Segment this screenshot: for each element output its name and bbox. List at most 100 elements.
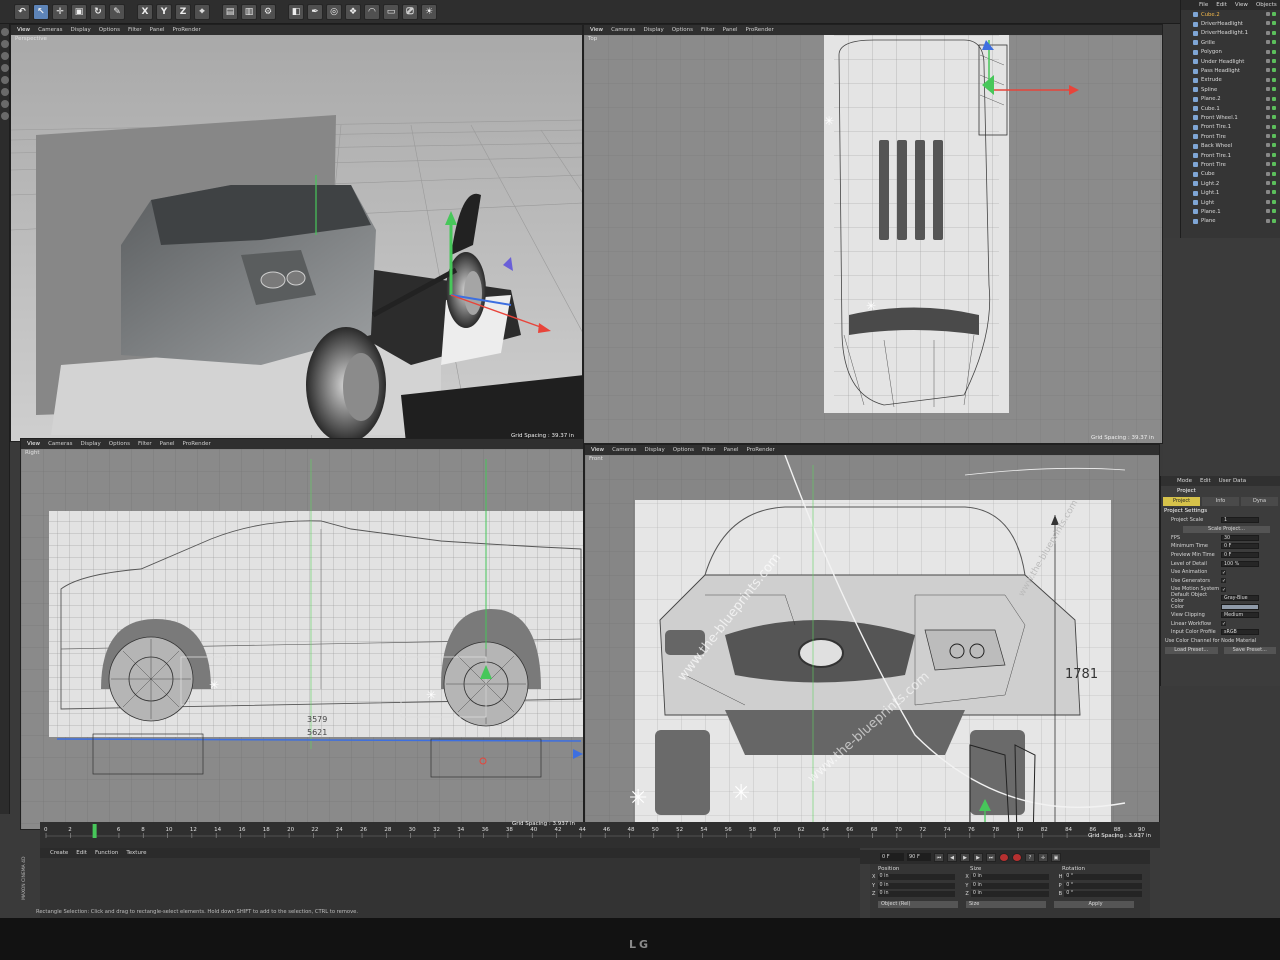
pen-spline-icon[interactable]: ✒ xyxy=(307,3,323,20)
vp-menu-cameras[interactable]: Cameras xyxy=(612,447,636,453)
preview-min-field[interactable]: 0 F xyxy=(1221,552,1259,559)
editor-visibility-icon[interactable] xyxy=(1266,124,1270,129)
tab-dynamics[interactable]: Dyna xyxy=(1241,497,1278,506)
recent-tools-icon[interactable]: ✎ xyxy=(109,3,125,20)
apply-button[interactable]: Apply xyxy=(1054,900,1134,908)
object-row[interactable]: Back Wheel xyxy=(1181,141,1280,150)
visibility-toggles[interactable] xyxy=(1266,105,1276,110)
enabled-check-icon[interactable] xyxy=(1272,162,1276,167)
position-field[interactable]: 0 in xyxy=(877,891,956,898)
environment-icon[interactable]: ▭ xyxy=(383,3,399,20)
view-clipping-dropdown[interactable]: Medium xyxy=(1221,612,1259,619)
vp-menu-prorender[interactable]: ProRender xyxy=(183,441,211,447)
editor-visibility-icon[interactable] xyxy=(1266,152,1270,157)
rotation-field[interactable]: 0 ° xyxy=(1064,882,1142,889)
default-color-dropdown[interactable]: Gray-Blue xyxy=(1221,595,1259,602)
editor-visibility-icon[interactable] xyxy=(1266,209,1270,214)
vp-menu-options[interactable]: Options xyxy=(673,447,694,453)
object-row[interactable]: Light.2 xyxy=(1181,179,1280,188)
object-row[interactable]: Pass Headlight xyxy=(1181,66,1280,75)
min-time-field[interactable]: 0 F xyxy=(1221,543,1259,550)
y-axis-lock-button[interactable]: Y xyxy=(156,3,172,20)
current-frame-field[interactable]: 0 F xyxy=(880,853,904,861)
object-row[interactable]: Light xyxy=(1181,198,1280,207)
visibility-toggles[interactable] xyxy=(1266,40,1276,45)
mm-menu-function[interactable]: Function xyxy=(95,850,118,856)
editor-visibility-icon[interactable] xyxy=(1266,105,1270,110)
render-picture-viewer-icon[interactable]: ▥ xyxy=(241,3,257,20)
at-menu-mode[interactable]: Mode xyxy=(1177,478,1192,484)
enabled-check-icon[interactable] xyxy=(1272,209,1276,214)
keyframe-selection-icon[interactable]: ? xyxy=(1025,852,1035,862)
cube-icon[interactable]: ◧ xyxy=(288,3,304,20)
vp-menu-display[interactable]: Display xyxy=(71,27,91,33)
visibility-toggles[interactable] xyxy=(1266,77,1276,82)
visibility-toggles[interactable] xyxy=(1266,199,1276,204)
vp-menu-view[interactable]: View xyxy=(27,441,40,447)
object-row[interactable]: Under Headlight xyxy=(1181,57,1280,66)
size-field[interactable]: 0 in xyxy=(970,874,1049,881)
editor-visibility-icon[interactable] xyxy=(1266,181,1270,186)
object-row[interactable]: Spline xyxy=(1181,85,1280,94)
enabled-check-icon[interactable] xyxy=(1272,181,1276,186)
perspective-viewport[interactable]: View Cameras Display Options Filter Pane… xyxy=(10,24,583,442)
editor-visibility-icon[interactable] xyxy=(1266,30,1270,35)
render-settings-icon[interactable]: ⚙ xyxy=(260,3,276,20)
enabled-check-icon[interactable] xyxy=(1272,171,1276,176)
go-to-end-icon[interactable]: ⏭ xyxy=(986,852,996,862)
enabled-check-icon[interactable] xyxy=(1272,58,1276,63)
move-icon[interactable]: ✛ xyxy=(52,3,68,20)
vp-menu-panel[interactable]: Panel xyxy=(160,441,175,447)
object-row[interactable]: DriverHeadlight.1 xyxy=(1181,29,1280,38)
visibility-toggles[interactable] xyxy=(1266,143,1276,148)
vp-menu-view[interactable]: View xyxy=(590,27,603,33)
light-icon[interactable]: ☀ xyxy=(421,3,437,20)
vp-menu-cameras[interactable]: Cameras xyxy=(611,27,635,33)
object-row[interactable]: Polygon xyxy=(1181,48,1280,57)
visibility-toggles[interactable] xyxy=(1266,152,1276,157)
mm-menu-texture[interactable]: Texture xyxy=(126,850,146,856)
om-menu-objects[interactable]: Objects xyxy=(1256,2,1277,8)
vp-menu-view[interactable]: View xyxy=(591,447,604,453)
front-viewport[interactable]: View Cameras Display Options Filter Pane… xyxy=(584,444,1160,842)
z-axis-lock-button[interactable]: Z xyxy=(175,3,191,20)
vp-menu-display[interactable]: Display xyxy=(645,447,665,453)
editor-visibility-icon[interactable] xyxy=(1266,190,1270,195)
visibility-toggles[interactable] xyxy=(1266,87,1276,92)
mm-menu-create[interactable]: Create xyxy=(50,850,68,856)
object-row[interactable]: DriverHeadlight xyxy=(1181,19,1280,28)
size-field[interactable]: 0 in xyxy=(970,891,1049,898)
editor-visibility-icon[interactable] xyxy=(1266,49,1270,54)
visibility-toggles[interactable] xyxy=(1266,49,1276,54)
live-selection-icon[interactable]: ↖ xyxy=(33,3,49,20)
visibility-toggles[interactable] xyxy=(1266,21,1276,26)
rotation-field[interactable]: 0 ° xyxy=(1064,874,1142,881)
x-axis-lock-button[interactable]: X xyxy=(137,3,153,20)
vp-menu-display[interactable]: Display xyxy=(644,27,664,33)
editor-visibility-icon[interactable] xyxy=(1266,115,1270,120)
enabled-check-icon[interactable] xyxy=(1272,21,1276,26)
load-preset-button[interactable]: Load Preset... xyxy=(1165,647,1218,655)
enabled-check-icon[interactable] xyxy=(1272,12,1276,16)
vp-menu-prorender[interactable]: ProRender xyxy=(747,447,775,453)
subdivision-icon[interactable]: ◎ xyxy=(326,3,342,20)
editor-visibility-icon[interactable] xyxy=(1266,40,1270,45)
enabled-check-icon[interactable] xyxy=(1272,152,1276,157)
object-row[interactable]: Grille xyxy=(1181,38,1280,47)
om-menu-view[interactable]: View xyxy=(1235,2,1248,8)
editor-visibility-icon[interactable] xyxy=(1266,77,1270,82)
enabled-check-icon[interactable] xyxy=(1272,87,1276,92)
vp-menu-options[interactable]: Options xyxy=(99,27,120,33)
go-to-start-icon[interactable]: ⏮ xyxy=(934,852,944,862)
points-mode-icon[interactable] xyxy=(1,52,9,60)
editor-visibility-icon[interactable] xyxy=(1266,21,1270,26)
enabled-check-icon[interactable] xyxy=(1272,77,1276,82)
object-row[interactable]: Plane xyxy=(1181,217,1280,226)
visibility-toggles[interactable] xyxy=(1266,58,1276,63)
coordinate-system-icon[interactable]: ⌖ xyxy=(194,3,210,20)
object-row[interactable]: Front Tire.1 xyxy=(1181,151,1280,160)
vp-menu-cameras[interactable]: Cameras xyxy=(48,441,72,447)
enabled-check-icon[interactable] xyxy=(1272,40,1276,45)
axis-mode-icon[interactable] xyxy=(1,88,9,96)
record-icon[interactable] xyxy=(999,852,1009,862)
